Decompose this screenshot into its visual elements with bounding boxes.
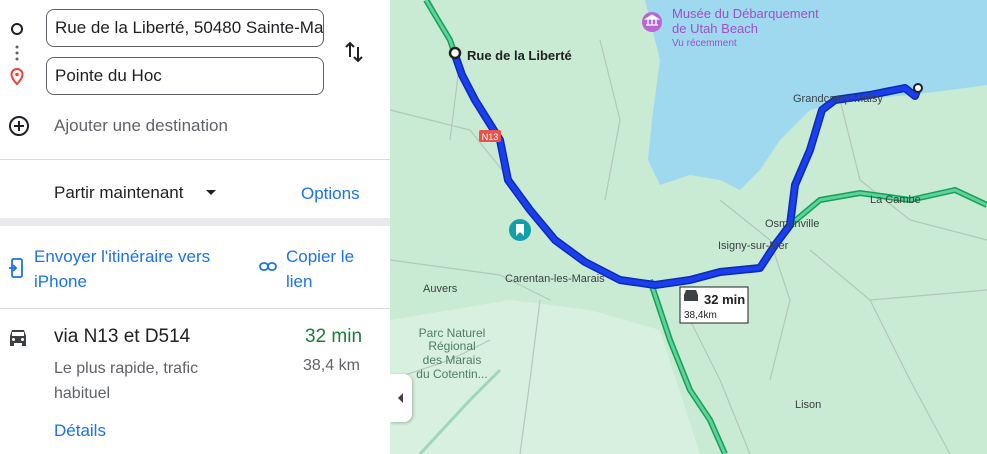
send-line-2: iPhone	[34, 272, 87, 291]
divider	[0, 159, 390, 160]
link-icon[interactable]	[259, 260, 277, 274]
car-icon	[10, 330, 26, 346]
copy-line-2: lien	[286, 272, 313, 291]
origin-circle-icon	[11, 23, 23, 35]
options-button[interactable]: Options	[301, 184, 360, 204]
park-label: Parc Naturel Régional des Marais du Cote…	[416, 326, 487, 381]
depart-time-selector[interactable]: Partir maintenant	[54, 183, 183, 203]
copy-line-1: Copier le	[286, 247, 355, 266]
route-distance: 38,4 km	[303, 357, 360, 374]
route-desc-line-1: Le plus rapide, trafic	[54, 360, 199, 377]
send-to-phone-icon[interactable]	[8, 258, 24, 278]
copy-link-button[interactable]: Copier le lien	[286, 244, 354, 294]
origin-input[interactable]: Rue de la Liberté, 50480 Sainte-Marie-du…	[46, 9, 324, 47]
map-canvas[interactable]: N13 Musée du Débarquement de Utah Beach …	[390, 0, 987, 454]
park-line-1: Parc Naturel	[419, 326, 486, 340]
caret-down-icon[interactable]	[205, 189, 217, 197]
place-grandcamp: Grandcamp-Maisy	[793, 93, 883, 105]
road-shield-label: N13	[482, 132, 499, 142]
divider	[0, 308, 390, 309]
route-desc-line-2: habituel	[54, 385, 111, 402]
poi-museum-name-2[interactable]: de Utah Beach	[672, 21, 758, 36]
destination-input[interactable]: Pointe du Hoc	[46, 57, 324, 95]
add-destination-icon[interactable]	[8, 115, 30, 137]
route-title[interactable]: via N13 et D514	[54, 326, 190, 348]
send-to-phone-button[interactable]: Envoyer l'itinéraire vers iPhone	[34, 244, 210, 294]
callout-time: 32 min	[704, 292, 745, 307]
start-marker-icon[interactable]	[448, 46, 462, 60]
collapse-panel-button[interactable]	[390, 374, 412, 422]
poi-museum-name-1[interactable]: Musée du Débarquement	[672, 6, 819, 21]
dots-icon	[15, 45, 19, 61]
chevron-left-icon	[398, 393, 403, 403]
place-isigny: Isigny-sur-Mer	[718, 240, 789, 252]
end-marker-icon[interactable]	[913, 83, 923, 93]
place-lison: Lison	[795, 399, 821, 411]
poi-museum-sub: Vu récemment	[672, 38, 737, 49]
route-callout[interactable]: 32 min 38,4km	[679, 286, 749, 324]
add-destination-button[interactable]: Ajouter une destination	[54, 116, 228, 136]
details-button[interactable]: Détails	[54, 421, 106, 441]
callout-car-icon	[684, 290, 698, 301]
callout-distance: 38,4km	[684, 310, 717, 321]
start-label: Rue de la Liberté	[467, 48, 572, 63]
park-line-2: Régional	[428, 339, 475, 353]
place-auvers: Auvers	[423, 283, 458, 295]
park-line-3: des Marais	[423, 353, 482, 367]
directions-panel: Rue de la Liberté, 50480 Sainte-Marie-du…	[0, 0, 390, 454]
section-divider	[0, 218, 390, 226]
send-line-1: Envoyer l'itinéraire vers	[34, 247, 211, 266]
map-view[interactable]: N13 Musée du Débarquement de Utah Beach …	[390, 0, 987, 454]
park-line-4: du Cotentin...	[416, 367, 487, 381]
route-duration: 32 min	[305, 326, 363, 347]
place-osmanville: Osmanville	[765, 218, 819, 230]
route-description: Le plus rapide, trafic habituel	[54, 356, 198, 406]
swap-icon[interactable]	[343, 40, 365, 64]
destination-pin-icon	[10, 68, 24, 86]
place-carentan: Carentan-les-Marais	[505, 273, 605, 285]
place-la-cambe: La Cambe	[870, 194, 921, 206]
